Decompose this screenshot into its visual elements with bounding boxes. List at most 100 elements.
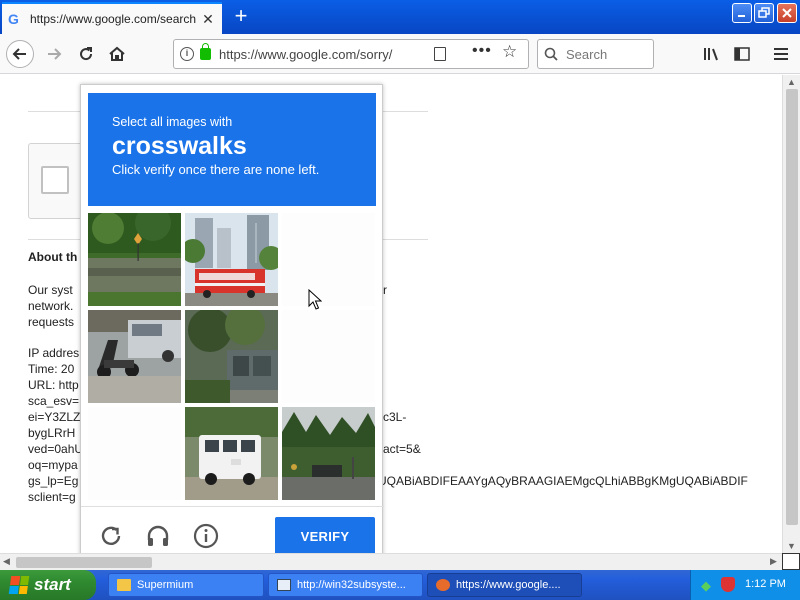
taskbar-item-label: Supermium — [137, 579, 194, 591]
challenge-instruction: Select all images with — [112, 115, 233, 129]
info-line: URL: http — [28, 378, 79, 392]
restore-button[interactable] — [754, 3, 774, 23]
clock: 1:12 PM — [745, 578, 786, 590]
google-favicon-icon: G — [8, 11, 19, 27]
image-tile-empty[interactable] — [282, 213, 375, 306]
browser-tab[interactable]: G https://www.google.com/search?q ✕ — [2, 2, 222, 34]
info-line: sca_esv= — [28, 394, 80, 408]
help-button[interactable] — [193, 523, 219, 549]
windows-taskbar: start Supermium http://win32subsyste... … — [0, 570, 800, 600]
info-line: IP addres — [28, 346, 80, 360]
horizontal-scrollbar[interactable]: ◀ ▶ — [0, 553, 782, 570]
library-icon — [704, 48, 718, 61]
info-line: sclient=g — [28, 490, 76, 504]
reader-view-icon[interactable] — [434, 47, 446, 61]
reload-icon — [101, 526, 121, 545]
paragraph-line: network. — [28, 299, 74, 313]
image-tile[interactable] — [88, 213, 181, 306]
minimize-icon — [738, 15, 745, 17]
taskbar-item-win32[interactable]: http://win32subsyste... — [268, 573, 423, 597]
scroll-right-icon[interactable]: ▶ — [770, 556, 777, 567]
search-box[interactable]: Search — [537, 39, 654, 69]
challenge-keyword: crosswalks — [112, 132, 247, 160]
url-text[interactable]: https://www.google.com/sorry/ — [219, 47, 415, 62]
recaptcha-checkbox[interactable] — [41, 166, 69, 194]
info-fragment: c3L- — [383, 410, 407, 424]
paragraph-line: requests — [28, 315, 75, 329]
about-heading: About th — [28, 250, 78, 264]
image-tile[interactable] — [88, 310, 181, 403]
hamburger-menu-icon — [774, 48, 788, 60]
folder-icon — [117, 579, 131, 591]
reload-icon — [80, 47, 93, 61]
scroll-left-icon[interactable]: ◀ — [3, 556, 10, 567]
image-tile[interactable] — [185, 310, 278, 403]
hamburger-menu-button[interactable] — [767, 40, 795, 68]
image-tile[interactable] — [185, 407, 278, 500]
lock-icon — [200, 43, 211, 60]
info-circle-icon — [193, 523, 219, 549]
search-icon — [544, 47, 558, 61]
taskbar-item-supermium[interactable]: Supermium — [108, 573, 264, 597]
tile-image-shelter — [185, 310, 278, 403]
forward-arrow-icon — [48, 48, 62, 60]
network-icon[interactable]: ◆ — [701, 578, 715, 593]
taskbar-item-label: http://win32subsyste... — [297, 579, 406, 591]
forward-button[interactable] — [40, 40, 68, 68]
tile-image-road-sign — [88, 213, 181, 306]
vertical-scrollbar[interactable]: ▲ ▼ — [782, 75, 800, 553]
address-bar[interactable]: i https://www.google.com/sorry/ ••• ☆ — [173, 39, 529, 69]
challenge-hint: Click verify once there are none left. — [112, 162, 320, 177]
audio-challenge-button[interactable] — [145, 523, 171, 549]
scroll-thumb[interactable] — [786, 89, 798, 525]
windows-logo-icon — [8, 576, 30, 594]
start-button[interactable]: start — [0, 570, 96, 600]
scroll-thumb[interactable] — [16, 557, 152, 568]
headphones-icon — [147, 525, 169, 546]
info-fragment: act=5& — [383, 442, 421, 456]
tab-close-icon[interactable]: ✕ — [200, 11, 216, 28]
taskbar-item-google[interactable]: https://www.google.... — [427, 573, 582, 597]
image-tile[interactable] — [282, 407, 375, 500]
bookmark-star-icon[interactable]: ☆ — [502, 42, 517, 62]
search-placeholder: Search — [566, 46, 608, 62]
info-line: oq=mypa — [28, 458, 78, 472]
tile-image-bus — [185, 213, 278, 306]
page-actions-icon[interactable]: ••• — [472, 42, 492, 60]
new-challenge-button[interactable] — [98, 523, 124, 549]
tile-image-van — [185, 407, 278, 500]
navigation-toolbar: i https://www.google.com/sorry/ ••• ☆ Se… — [0, 34, 800, 74]
tab-title: https://www.google.com/search?q — [30, 12, 196, 26]
site-info-icon[interactable]: i — [180, 47, 194, 61]
minimize-button[interactable] — [732, 3, 752, 23]
close-window-button[interactable] — [777, 3, 797, 23]
recaptcha-challenge-popup: Select all images with crosswalks Click … — [80, 84, 384, 560]
sidebar-button[interactable] — [728, 40, 756, 68]
image-tile-empty[interactable] — [282, 310, 375, 403]
system-tray: ◆ 1:12 PM — [690, 570, 800, 600]
reload-button[interactable] — [72, 40, 100, 68]
image-tile-empty[interactable] — [88, 407, 181, 500]
scroll-up-icon[interactable]: ▲ — [787, 77, 796, 87]
new-tab-button[interactable]: + — [228, 4, 254, 30]
home-icon — [109, 46, 125, 61]
recaptcha-checkbox-panel[interactable] — [28, 143, 88, 219]
home-button[interactable] — [103, 40, 131, 68]
close-icon — [782, 8, 792, 18]
scroll-down-icon[interactable]: ▼ — [787, 541, 796, 551]
tile-image-blank — [282, 310, 375, 403]
back-button[interactable] — [6, 40, 34, 68]
paragraph-line: Our syst — [28, 283, 73, 297]
info-line: ei=Y3ZLZ — [28, 410, 81, 424]
image-tile[interactable] — [185, 213, 278, 306]
taskbar-item-label: https://www.google.... — [456, 579, 561, 591]
web-document-icon — [277, 579, 291, 591]
tile-image-blank — [88, 407, 181, 500]
start-label: start — [34, 575, 71, 594]
info-line: ved=0ahU — [28, 442, 84, 456]
security-shield-icon[interactable] — [721, 577, 735, 592]
tile-image-scooter — [88, 310, 181, 403]
library-button[interactable] — [697, 40, 725, 68]
tile-image-blank — [282, 213, 375, 306]
verify-button[interactable]: VERIFY — [275, 517, 375, 557]
